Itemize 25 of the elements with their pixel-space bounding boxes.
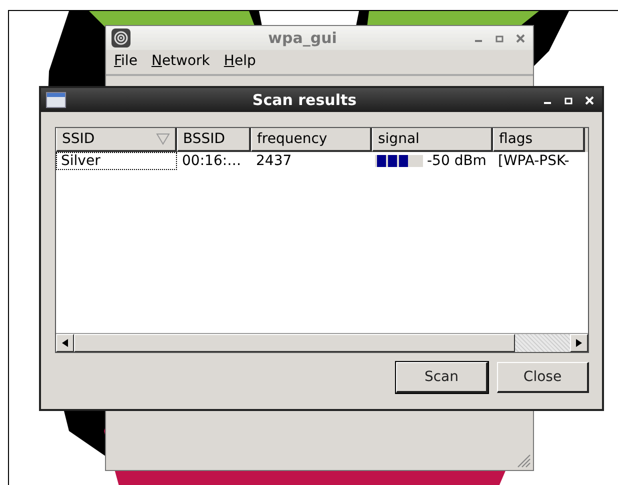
column-header[interactable]: flags bbox=[493, 128, 585, 152]
column-header[interactable]: signal bbox=[372, 128, 493, 152]
scroll-right-button[interactable] bbox=[570, 334, 588, 352]
right-arrow-icon bbox=[576, 339, 582, 347]
resize-grip-icon[interactable] bbox=[515, 452, 531, 468]
left-arrow-icon bbox=[62, 339, 68, 347]
column-header[interactable]: frequency bbox=[251, 128, 372, 152]
table-cell: -50 dBm bbox=[427, 152, 486, 170]
table-cell-text: [WPA-PSK- bbox=[497, 152, 570, 170]
window-title: wpa_gui bbox=[267, 29, 338, 47]
dialog-button[interactable]: Close bbox=[497, 362, 589, 393]
menu-item[interactable]: Network bbox=[151, 53, 210, 71]
menu-item[interactable]: File bbox=[114, 53, 138, 71]
window-title: Scan results bbox=[251, 91, 358, 109]
horizontal-scrollbar[interactable] bbox=[56, 333, 588, 352]
table-cell-text: 00:16:… bbox=[181, 152, 242, 170]
dialog-button[interactable]: Scan bbox=[396, 362, 488, 393]
table-cell: Silver bbox=[56, 152, 177, 170]
scroll-thumb[interactable] bbox=[74, 334, 515, 352]
column-header[interactable]: SSID bbox=[56, 128, 177, 152]
window-icon bbox=[46, 92, 66, 108]
scroll-left-button[interactable] bbox=[56, 334, 74, 352]
column-header[interactable]: BSSID bbox=[177, 128, 251, 152]
menu-item[interactable]: Help bbox=[224, 53, 256, 71]
table-cell-text: 2437 bbox=[255, 152, 293, 170]
